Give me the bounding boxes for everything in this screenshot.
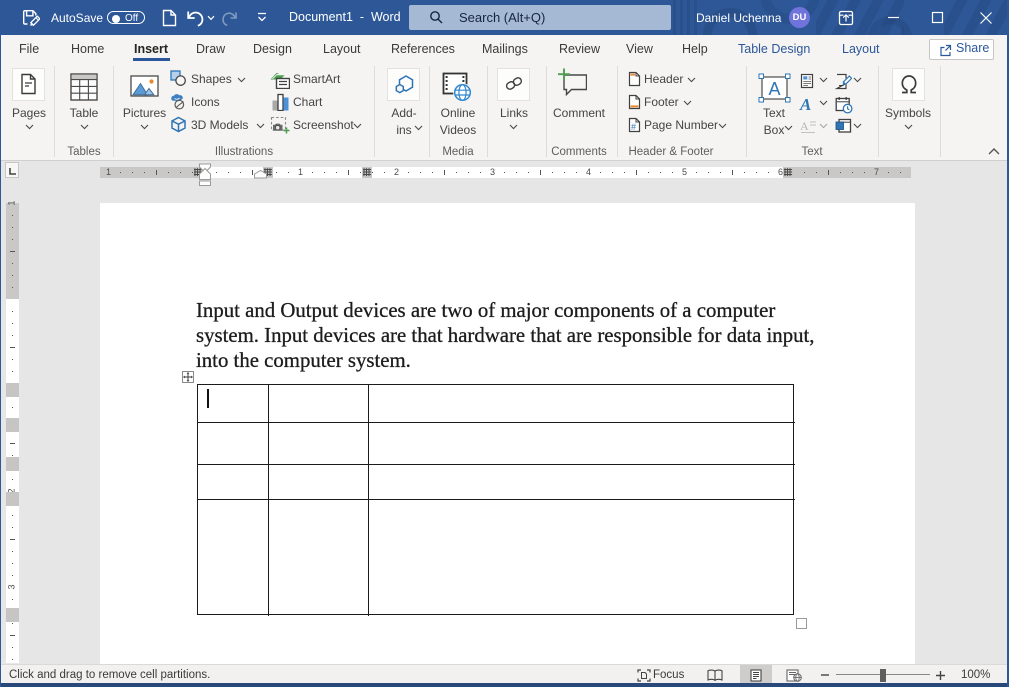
svg-text:#: #: [631, 122, 636, 132]
svg-text:A: A: [799, 95, 811, 113]
svg-text:A: A: [769, 79, 781, 99]
svg-text:A: A: [800, 119, 809, 133]
